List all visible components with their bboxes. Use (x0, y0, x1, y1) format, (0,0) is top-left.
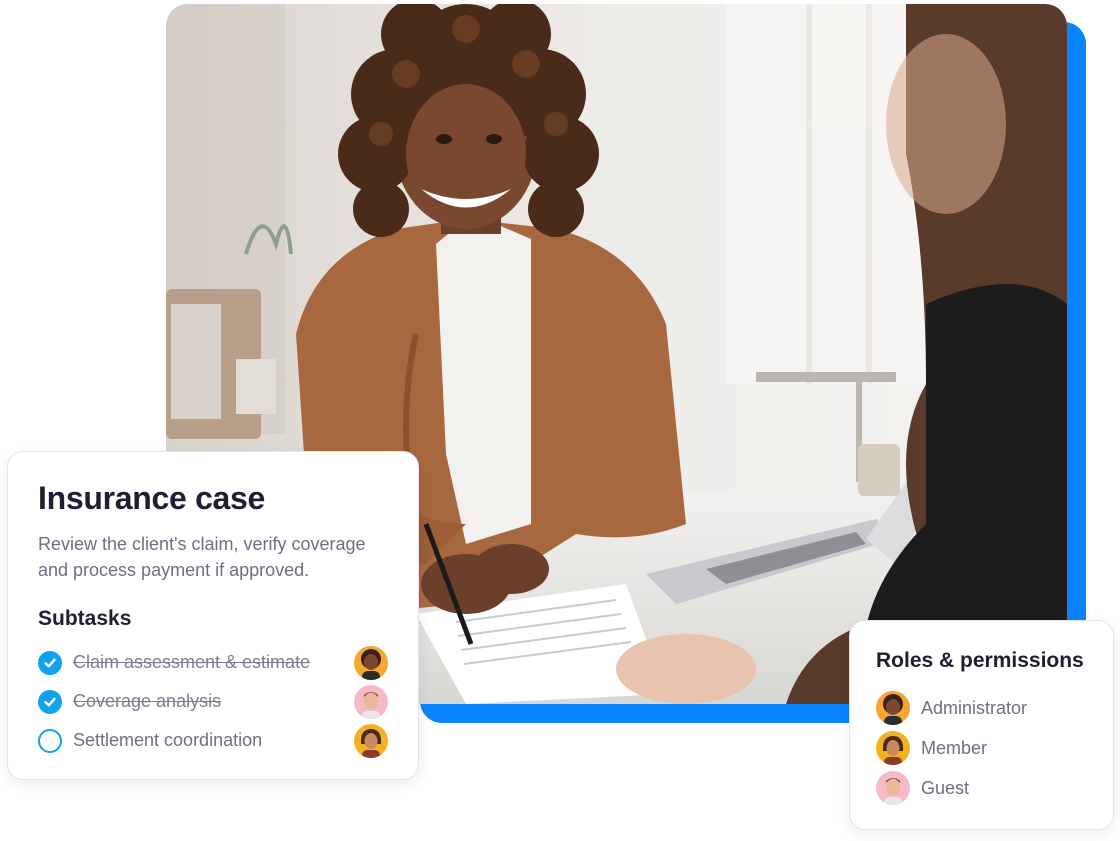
subtask-row[interactable]: Claim assessment & estimate (38, 643, 388, 682)
woman-avatar (354, 723, 388, 758)
role-label: Administrator (921, 697, 1028, 718)
role-row[interactable]: Administrator (876, 688, 1113, 728)
empty-circle-icon[interactable] (38, 728, 62, 753)
man-avatar (876, 771, 910, 805)
woman-avatar (876, 731, 910, 765)
case-description: Review the client's claim, verify covera… (38, 534, 366, 580)
roles-permissions-card[interactable]: Roles & permissions Administrator Member… (849, 620, 1114, 830)
man-avatar (354, 684, 388, 719)
subtask-label: Settlement coordination (73, 730, 263, 750)
checkmark-icon[interactable] (38, 689, 62, 714)
role-row[interactable]: Member (876, 728, 1113, 768)
subtask-row[interactable]: Coverage analysis (38, 682, 388, 721)
subtask-label: Coverage analysis (73, 691, 222, 711)
role-row[interactable]: Guest (876, 768, 1113, 808)
woman-curly-hair-avatar (876, 691, 910, 725)
insurance-case-card[interactable]: Insurance case Review the client's claim… (7, 451, 419, 780)
subtask-row[interactable]: Settlement coordination (38, 721, 388, 760)
roles-title: Roles & permissions (876, 649, 1084, 672)
subtask-label: Claim assessment & estimate (73, 652, 311, 672)
woman-curly-hair-avatar (354, 645, 388, 680)
checkmark-icon[interactable] (38, 650, 62, 675)
role-label: Guest (921, 777, 970, 798)
role-label: Member (921, 737, 988, 758)
case-title: Insurance case (38, 480, 266, 516)
subtasks-heading: Subtasks (38, 607, 132, 630)
